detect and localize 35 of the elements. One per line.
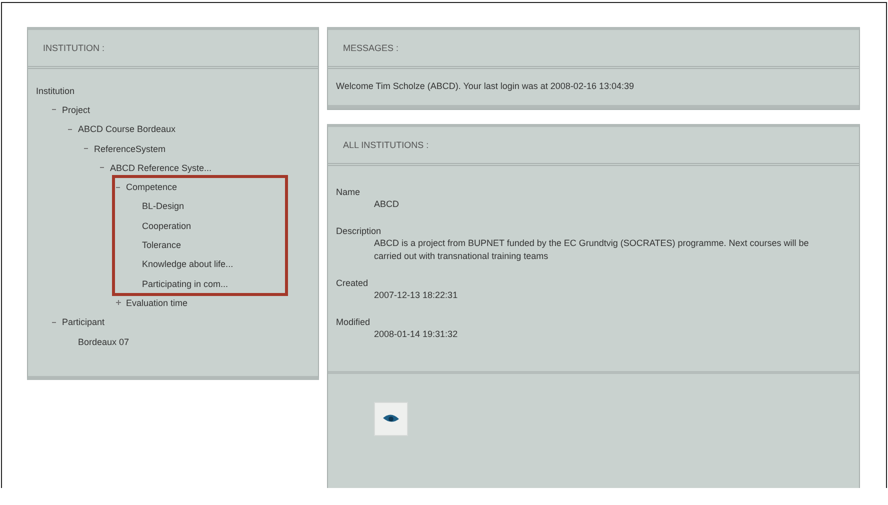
field-label: Description bbox=[336, 225, 382, 237]
collapse-icon[interactable] bbox=[52, 107, 57, 112]
panel-title: INSTITUTION : bbox=[43, 43, 104, 53]
welcome-message: Welcome Tim Scholze (ABCD). Your last login was at 2008-02-16 13:04:39 bbox=[336, 81, 634, 91]
field-value: ABCD is a project from BUPNET funded by the EC Grundtvig (SOCRATES) programme. Next courses will be carried out with transnational training teams bbox=[373, 237, 810, 263]
collapse-icon[interactable] bbox=[52, 320, 57, 325]
collapse-icon[interactable] bbox=[68, 126, 73, 132]
tree-item[interactable]: Cooperation bbox=[142, 220, 192, 231]
collapse-icon[interactable] bbox=[84, 146, 89, 152]
field-label: Created bbox=[336, 277, 370, 289]
field-value: ABCD bbox=[373, 198, 400, 211]
collapse-icon[interactable] bbox=[100, 165, 105, 170]
expand-icon[interactable] bbox=[116, 300, 121, 306]
field-label: Name bbox=[336, 186, 362, 198]
eye-icon bbox=[382, 413, 400, 425]
tree-item[interactable]: Participating in com... bbox=[142, 278, 228, 289]
tree-item[interactable]: ABCD Reference Syste... bbox=[110, 162, 212, 173]
tree-item[interactable]: Project bbox=[62, 104, 90, 115]
panel-title: ALL INSTITUTIONS : bbox=[343, 140, 429, 150]
tree-item[interactable]: Knowledge about life... bbox=[142, 259, 234, 270]
panel-title: MESSAGES : bbox=[343, 43, 399, 53]
tree-item[interactable]: ABCD Course Bordeaux bbox=[78, 124, 176, 134]
tree-item[interactable]: Institution bbox=[36, 86, 75, 96]
tree-item[interactable]: BL-Design bbox=[142, 201, 184, 212]
field-value: 2007-12-13 18:22:31 bbox=[373, 289, 459, 302]
collapse-icon[interactable] bbox=[116, 184, 121, 190]
tree-item[interactable]: ReferenceSystem bbox=[94, 144, 166, 154]
tree-item[interactable]: Competence bbox=[126, 182, 178, 192]
tree-item[interactable]: Bordeaux 07 bbox=[78, 336, 130, 346]
tree-item[interactable]: Participant bbox=[62, 317, 105, 328]
field-label: Modified bbox=[336, 316, 372, 328]
field-value: 2008-01-14 19:31:32 bbox=[373, 328, 459, 341]
tree-item[interactable]: Tolerance bbox=[142, 240, 182, 250]
view-button[interactable] bbox=[374, 402, 408, 436]
tree-item[interactable]: Evaluation time bbox=[126, 298, 188, 308]
